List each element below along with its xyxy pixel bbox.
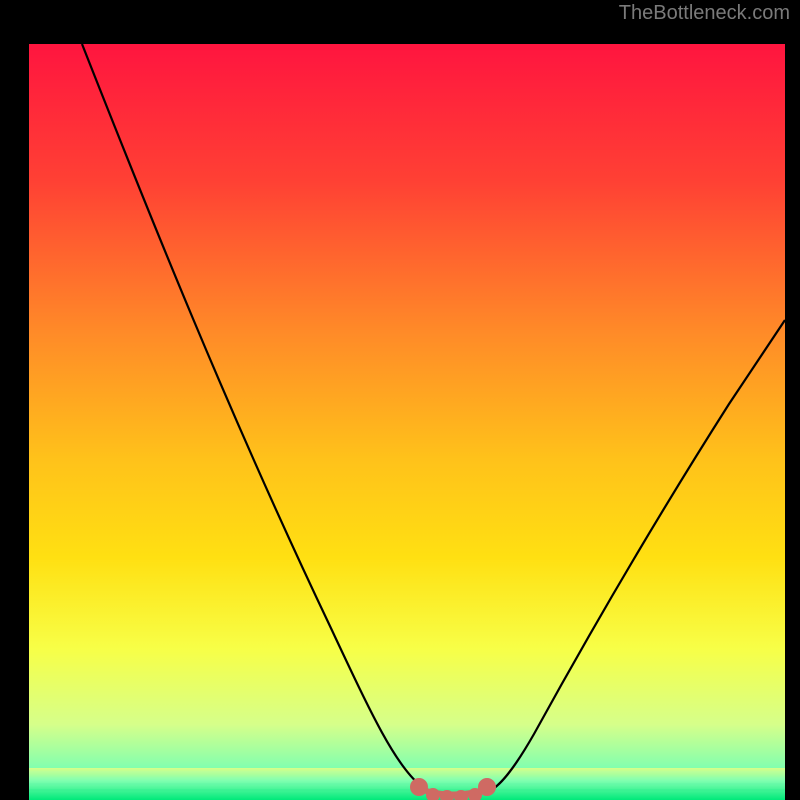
chart-frame bbox=[7, 22, 793, 793]
gradient-background bbox=[29, 44, 785, 800]
bottleneck-chart bbox=[29, 44, 785, 800]
